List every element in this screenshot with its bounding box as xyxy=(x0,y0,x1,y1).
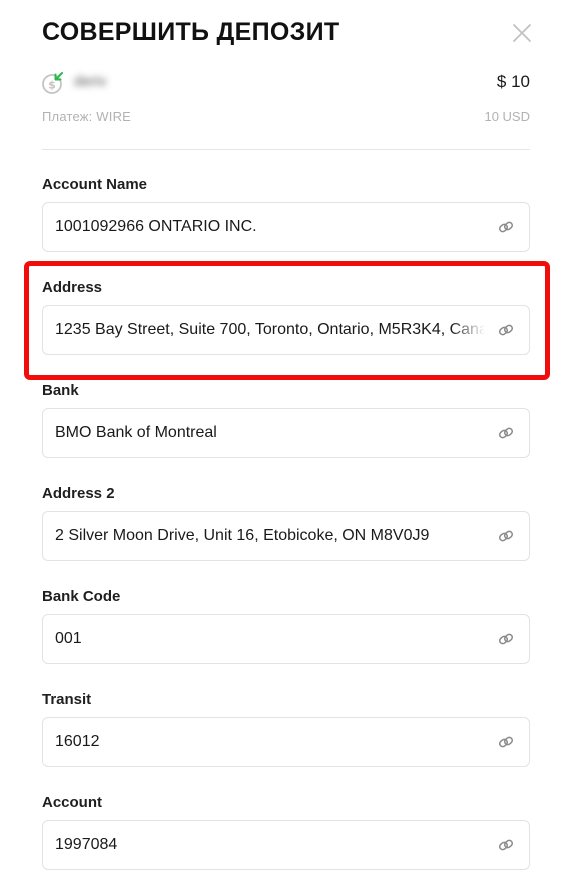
copy-link-icon[interactable] xyxy=(497,630,515,648)
field-label: Account Name xyxy=(42,176,148,193)
field-input[interactable]: 16012 xyxy=(42,717,530,767)
field-input[interactable]: 1997084 xyxy=(42,820,530,870)
field-input[interactable]: 2 Silver Moon Drive, Unit 16, Etobicoke,… xyxy=(42,511,530,561)
field-value: BMO Bank of Montreal xyxy=(55,424,217,441)
copy-link-icon[interactable] xyxy=(497,424,515,442)
field-label: Transit xyxy=(42,691,92,708)
deposit-modal: СОВЕРШИТЬ ДЕПОЗИТ $ deriv $ 10 Платеж: W… xyxy=(0,0,572,874)
copy-link-icon[interactable] xyxy=(497,321,515,339)
deposit-coin-icon: $ xyxy=(41,71,65,95)
copy-link-icon[interactable] xyxy=(497,836,515,854)
copy-link-icon[interactable] xyxy=(497,218,515,236)
field-label: Bank xyxy=(42,382,79,399)
close-icon[interactable] xyxy=(510,21,534,45)
divider xyxy=(42,149,530,150)
field-value: 1235 Bay Street, Suite 700, Toronto, Ont… xyxy=(55,321,485,338)
field-value: 2 Silver Moon Drive, Unit 16, Etobicoke,… xyxy=(55,527,430,544)
account-name-blurred: deriv xyxy=(74,73,107,90)
copy-link-icon[interactable] xyxy=(497,733,515,751)
field-input[interactable]: 001 xyxy=(42,614,530,664)
deposit-amount: $ 10 xyxy=(496,72,530,91)
field-input[interactable]: BMO Bank of Montreal xyxy=(42,408,530,458)
payment-method: Платеж: WIRE xyxy=(42,109,132,124)
field-label: Bank Code xyxy=(42,588,121,605)
field-value: 16012 xyxy=(55,733,100,750)
svg-text:$: $ xyxy=(48,79,56,92)
field-value: 1997084 xyxy=(55,836,118,853)
modal-title: СОВЕРШИТЬ ДЕПОЗИТ xyxy=(42,18,340,46)
field-label: Address xyxy=(42,279,103,296)
field-input[interactable]: 1235 Bay Street, Suite 700, Toronto, Ont… xyxy=(42,305,530,355)
field-label: Account xyxy=(42,794,102,811)
field-value: 001 xyxy=(55,630,82,647)
field-input[interactable]: 1001092966 ONTARIO INC. xyxy=(42,202,530,252)
copy-link-icon[interactable] xyxy=(497,527,515,545)
deposit-currency-amount: 10 USD xyxy=(484,109,530,124)
field-label: Address 2 xyxy=(42,485,115,502)
field-value: 1001092966 ONTARIO INC. xyxy=(55,218,257,235)
